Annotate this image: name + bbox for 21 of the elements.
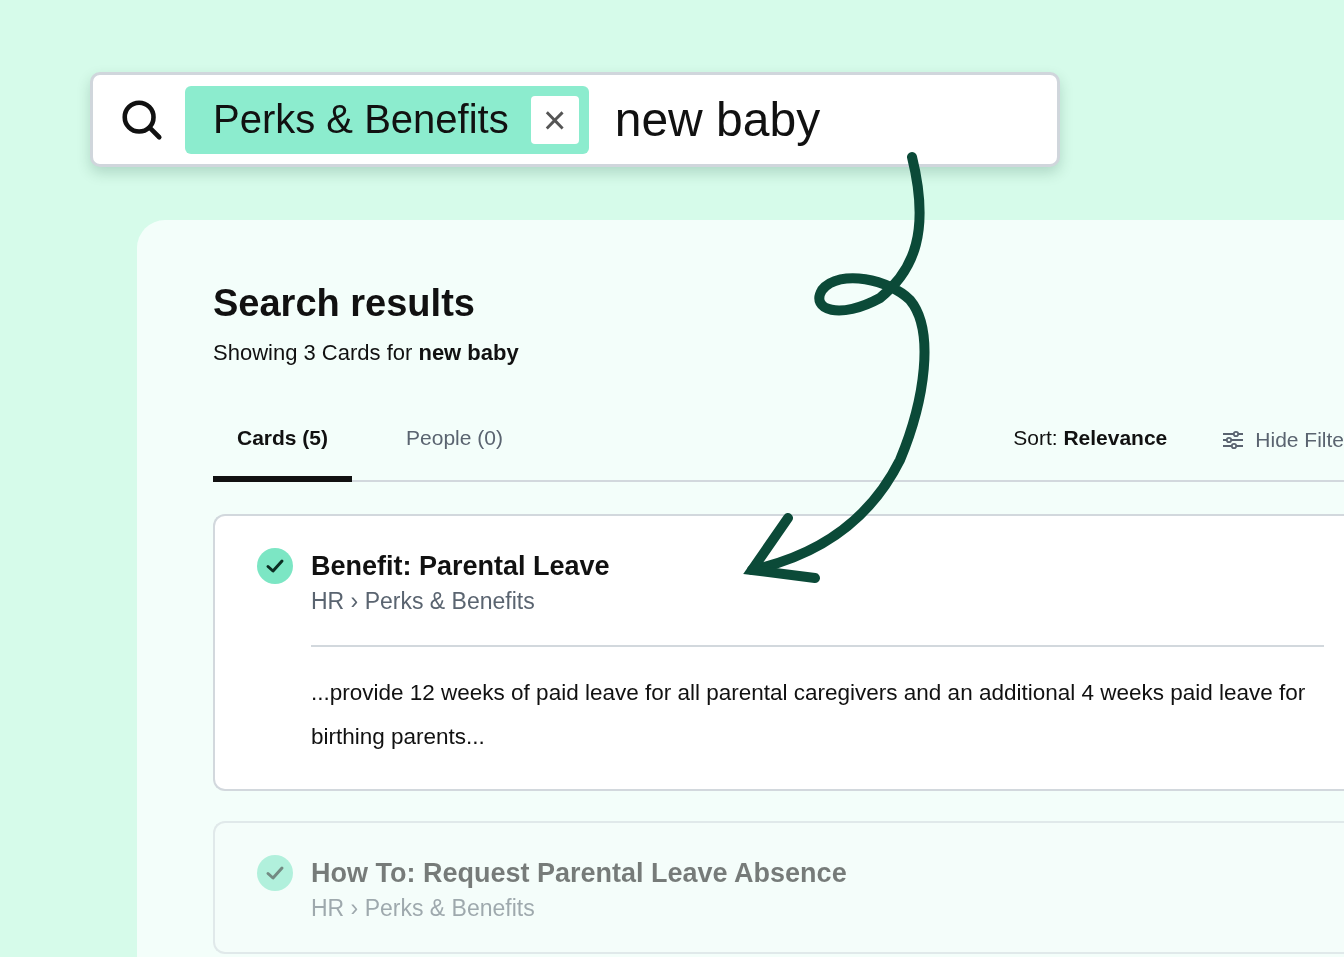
card-excerpt: ...provide 12 weeks of paid leave for all parental caregivers and an additional 4 weeks paid leave for birthing parents... (311, 679, 1307, 751)
breadcrumb: HR › Perks & Benefits (311, 895, 536, 922)
chip-label: Perks & Benefits (213, 97, 509, 142)
check-icon (257, 855, 293, 891)
hide-filters-button[interactable]: Hide Filte (1221, 428, 1344, 480)
card-title[interactable]: Benefit: Parental Leave (311, 546, 1324, 586)
filter-chip[interactable]: Perks & Benefits × (185, 85, 589, 154)
sort-control[interactable]: Sort: Relevance (1013, 426, 1168, 480)
sliders-icon (1221, 428, 1246, 452)
search-bar[interactable]: Perks & Benefits × new baby (90, 72, 1060, 167)
check-icon (257, 548, 293, 584)
result-card[interactable]: Benefit: Parental Leave HR › Perks & Benefits ...provide 12 weeks of paid leave for all parental caregivers and an additional 4 weeks paid leave for birthing parents... (213, 514, 1344, 791)
tab[interactable]: Cards (5) (213, 426, 353, 482)
chip-close-button[interactable]: × (530, 95, 579, 144)
result-card[interactable]: How To: Request Parental Leave Absence HR › Perks & Benefits (213, 821, 1344, 954)
results-summary: Showing 3 Cards for new baby (213, 340, 520, 366)
breadcrumb: HR › Perks & Benefits (311, 588, 536, 615)
tab[interactable]: People (0) (382, 426, 527, 482)
card-title[interactable]: How To: Request Parental Leave Absence (311, 853, 1324, 893)
search-field[interactable]: new baby (612, 91, 917, 148)
results-title: Search results (213, 281, 476, 326)
